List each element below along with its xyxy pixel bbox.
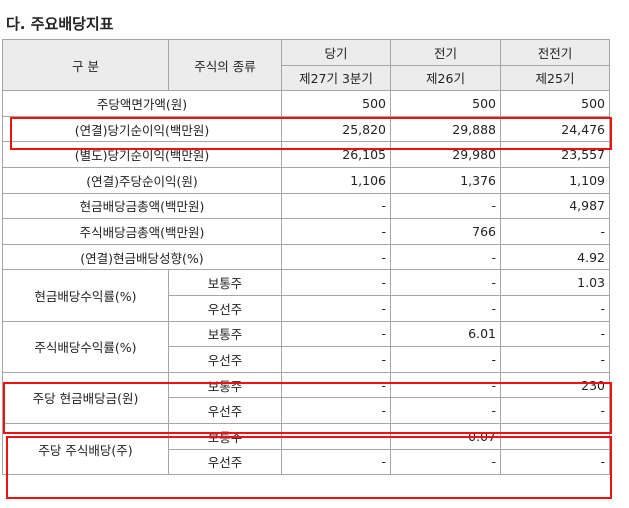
- table-row: (연결)현금배당성향(%) - - 4.92: [2, 243, 610, 271]
- table-cell: -: [390, 397, 501, 424]
- table-row: (연결)당기순이익(백만원) 25,820 29,888 24,476: [2, 115, 610, 143]
- table-row: 현금배당금총액(백만원) - - 4,987: [2, 192, 610, 220]
- group-label: 주식배당수익률(%): [2, 320, 169, 373]
- stock-type-cell: 우선주: [168, 448, 282, 476]
- table-row: (별도)당기순이익(백만원) 26,105 29,980 23,557: [2, 141, 610, 168]
- row-label: (연결)당기순이익(백만원): [2, 115, 282, 143]
- group-label: 주당 현금배당금(원): [2, 371, 169, 424]
- row-label: (별도)당기순이익(백만원): [2, 141, 282, 168]
- table-cell: -: [500, 422, 610, 450]
- table-cell: 766: [390, 218, 501, 245]
- table-cell: -: [390, 346, 501, 373]
- row-label: (연결)현금배당성향(%): [2, 243, 282, 271]
- header-before-previous: 전전기: [500, 39, 610, 66]
- header-before-previous-period: 제25기: [500, 64, 610, 92]
- table-cell: -: [281, 422, 391, 450]
- table-cell: -: [390, 243, 501, 271]
- table-cell: -: [390, 192, 501, 220]
- stock-type-cell: 보통주: [168, 269, 282, 296]
- stock-type-cell: 보통주: [168, 422, 282, 450]
- table-cell: -: [500, 448, 610, 476]
- table-cell: -: [281, 320, 391, 348]
- table-cell: 29,888: [390, 115, 501, 143]
- table-cell: 6.01: [390, 320, 501, 348]
- table-cell: 4,987: [500, 192, 610, 220]
- table-cell: -: [500, 320, 610, 348]
- table-cell: -: [281, 192, 391, 220]
- table-cell: -: [281, 371, 391, 399]
- table-cell: -: [390, 294, 501, 322]
- table-cell: -: [281, 397, 391, 424]
- table-cell: -: [390, 448, 501, 476]
- stock-type-cell: 우선주: [168, 397, 282, 424]
- table-cell: 500: [390, 90, 501, 117]
- stock-type-cell: 보통주: [168, 320, 282, 348]
- table-cell: 25,820: [281, 115, 391, 143]
- table-row: 주식배당금총액(백만원) - 766 -: [2, 218, 610, 245]
- table-cell: -: [500, 346, 610, 373]
- stock-type-cell: 보통주: [168, 371, 282, 399]
- table-row: 현금배당수익률(%) 보통주 - - 1.03: [2, 269, 610, 322]
- stock-type-cell: 우선주: [168, 294, 282, 322]
- row-label: 주식배당금총액(백만원): [2, 218, 282, 245]
- table-cell: 26,105: [281, 141, 391, 168]
- table-cell: 4.92: [500, 243, 610, 271]
- table-row: 주당 주식배당(주) 보통주 - 0.07 -: [2, 422, 610, 476]
- table-cell: 1,106: [281, 166, 391, 194]
- table-cell: 500: [281, 90, 391, 117]
- row-label: 주당액면가액(원): [2, 90, 282, 117]
- table-cell: 23,557: [500, 141, 610, 168]
- table-row: (연결)주당순이익(원) 1,106 1,376 1,109: [2, 166, 610, 194]
- table-cell: 0.07: [390, 422, 501, 450]
- table-cell: -: [281, 448, 391, 476]
- header-row-1: 구 분 주식의 종류 당기 전기 전전기: [2, 38, 610, 92]
- group-label: 현금배당수익률(%): [2, 269, 169, 322]
- table-cell: -: [500, 294, 610, 322]
- group-label: 주당 주식배당(주): [2, 422, 169, 476]
- section-title: 다. 주요배당지표: [6, 15, 114, 33]
- header-previous: 전기: [390, 39, 501, 66]
- row-label: 현금배당금총액(백만원): [2, 192, 282, 220]
- table-cell: -: [390, 269, 501, 296]
- table-cell: 29,980: [390, 141, 501, 168]
- header-current-period: 제27기 3분기: [281, 64, 391, 92]
- table-cell: -: [281, 294, 391, 322]
- dividend-table: 구 분 주식의 종류 당기 전기 전전기 제27기 3분기 제26기 제25기 …: [2, 38, 610, 476]
- stock-type-cell: 우선주: [168, 346, 282, 373]
- table-cell: -: [281, 243, 391, 271]
- header-stock-type: 주식의 종류: [168, 38, 282, 92]
- table-cell: 1.03: [500, 269, 610, 296]
- row-label: (연결)주당순이익(원): [2, 166, 282, 194]
- table-cell: -: [281, 218, 391, 245]
- table-cell: 1,109: [500, 166, 610, 194]
- table-cell: -: [500, 397, 610, 424]
- header-gubun: 구 분: [2, 38, 169, 92]
- table-cell: -: [281, 346, 391, 373]
- table-cell: 500: [500, 90, 610, 117]
- header-current: 당기: [281, 39, 391, 66]
- table-cell: 230: [500, 371, 610, 399]
- table-row: 주당액면가액(원) 500 500 500: [2, 90, 610, 117]
- table-row: 주당 현금배당금(원) 보통주 - - 230: [2, 371, 610, 424]
- table-cell: -: [390, 371, 501, 399]
- table-cell: 1,376: [390, 166, 501, 194]
- header-previous-period: 제26기: [390, 64, 501, 92]
- table-cell: -: [281, 269, 391, 296]
- table-cell: -: [500, 218, 610, 245]
- table-cell: 24,476: [500, 115, 610, 143]
- table-row: 주식배당수익률(%) 보통주 - 6.01 -: [2, 320, 610, 373]
